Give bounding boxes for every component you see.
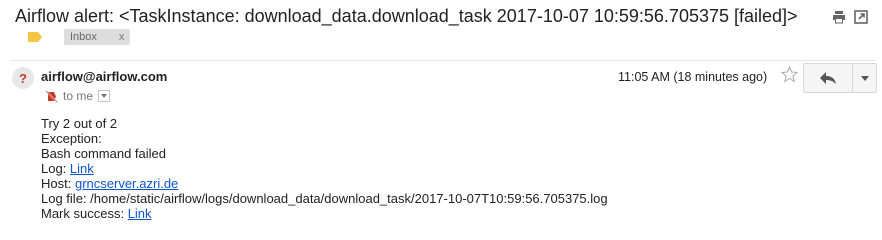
mark-success-label: Mark success: <box>41 206 128 221</box>
details-dropdown-button[interactable] <box>98 90 111 102</box>
reply-icon <box>820 72 836 84</box>
question-mark-icon: ? <box>19 70 27 86</box>
host-link[interactable]: grncserver.azri.de <box>75 176 178 191</box>
host-label: Host: <box>41 176 75 191</box>
header-divider <box>10 60 876 61</box>
log-label: Log: <box>41 161 70 176</box>
caret-down-icon <box>860 75 869 81</box>
more-actions-button[interactable] <box>853 64 876 92</box>
avatar[interactable]: ? <box>12 67 34 89</box>
header-actions <box>832 10 868 24</box>
email-subject: Airflow alert: <TaskInstance: download_d… <box>15 6 798 26</box>
timestamp: 11:05 AM (18 minutes ago) <box>618 70 768 84</box>
not-important-icon[interactable] <box>45 89 58 103</box>
chevron-down-icon <box>101 94 108 98</box>
label-tag-icon[interactable] <box>28 32 42 42</box>
new-window-icon[interactable] <box>854 10 868 24</box>
print-icon[interactable] <box>832 10 846 24</box>
inbox-label-chip[interactable]: Inbox x <box>64 29 131 45</box>
recipient-row: to me <box>45 89 111 103</box>
remove-label-button[interactable]: x <box>119 31 125 43</box>
mark-success-line: Mark success: Link <box>41 206 608 221</box>
log-link[interactable]: Link <box>70 161 94 176</box>
exception-label: Exception: <box>41 131 102 146</box>
email-body: Try 2 out of 2 Exception: Bash command f… <box>41 116 608 221</box>
try-line: Try 2 out of 2 <box>41 116 118 131</box>
exception-text: Bash command failed <box>41 146 167 161</box>
reply-button[interactable] <box>804 64 853 92</box>
log-line: Log: Link <box>41 161 608 176</box>
labels-row: Inbox x <box>28 29 131 45</box>
host-line: Host: grncserver.azri.de <box>41 176 608 191</box>
sender-email[interactable]: airflow@airflow.com <box>41 69 167 84</box>
star-icon[interactable] <box>781 66 798 83</box>
inbox-label-text: Inbox <box>70 31 97 43</box>
reply-button-group <box>803 63 877 93</box>
log-file-line: Log file: /home/static/airflow/logs/down… <box>41 191 608 206</box>
recipient-text: to me <box>63 89 94 103</box>
mark-success-link[interactable]: Link <box>128 206 152 221</box>
